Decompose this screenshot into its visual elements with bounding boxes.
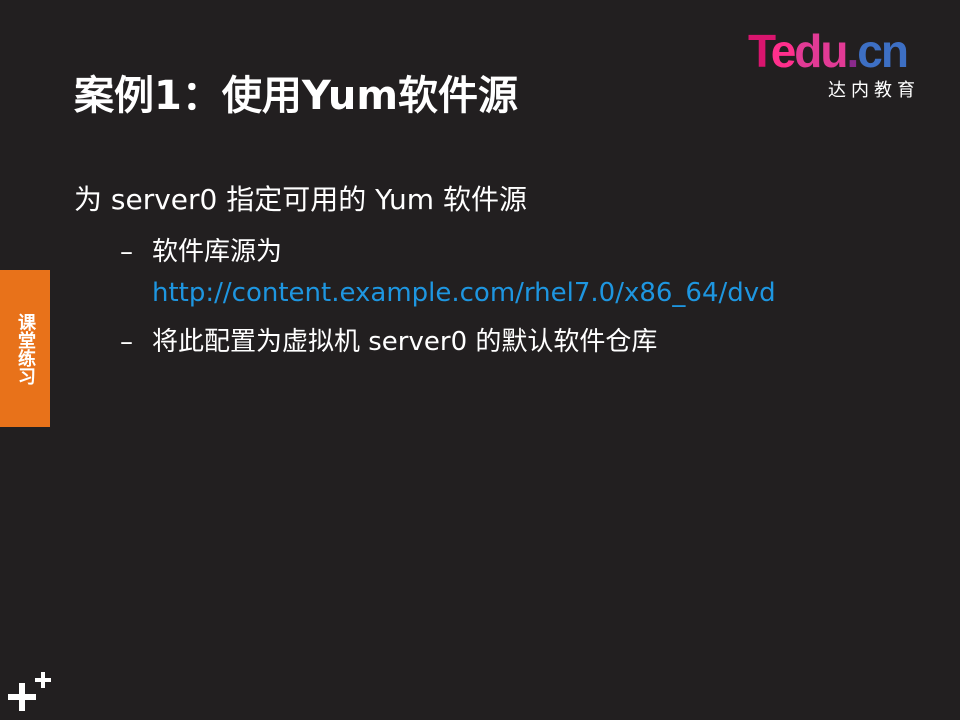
logo-wordmark: Tedu.cn (748, 25, 909, 77)
repo-url-link[interactable]: http://content.example.com/rhel7.0/x86_6… (152, 274, 776, 312)
sub-bullet-2: – 将此配置为虚拟机 server0 的默认软件仓库 (120, 323, 657, 361)
slide: 案例1：使用Yum软件源 Tedu.cn 达内教育 课堂练习 为 server0… (0, 0, 960, 720)
sub-bullet-2-text: 将此配置为虚拟机 server0 的默认软件仓库 (152, 327, 658, 357)
slide-title: 案例1：使用Yum软件源 (74, 73, 519, 119)
tedu-logo: Tedu.cn 达内教育 (748, 25, 938, 101)
main-bullet: 为 server0 指定可用的 Yum 软件源 (74, 183, 527, 216)
logo-subtitle: 达内教育 (828, 80, 920, 101)
dash-marker: – (120, 327, 133, 357)
sub-bullet-1: – 软件库源为 (120, 233, 282, 271)
dash-marker: – (120, 237, 133, 267)
plus-icon (8, 672, 51, 711)
side-tab: 课堂练习 (0, 270, 50, 427)
sub-bullet-1-text: 软件库源为 (152, 237, 283, 267)
side-tab-label: 课堂练习 (15, 313, 36, 385)
